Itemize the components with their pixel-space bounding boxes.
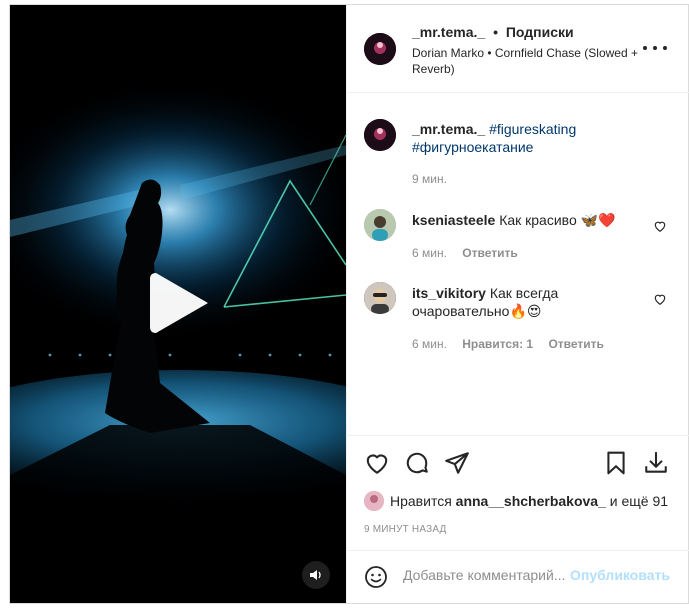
audio-toggle-button[interactable] xyxy=(302,561,330,589)
caption-avatar[interactable] xyxy=(364,119,396,151)
speaker-icon xyxy=(310,570,321,580)
comment-icon[interactable] xyxy=(404,450,430,476)
heart-icon[interactable] xyxy=(364,450,390,476)
separator-dot: • xyxy=(493,24,498,40)
commenter-avatar[interactable] xyxy=(364,282,396,314)
bookmark-icon[interactable] xyxy=(603,450,629,476)
commenter-avatar[interactable] xyxy=(364,209,396,241)
comment-meta: 6 мин. Ответить xyxy=(412,246,530,260)
avatar-image xyxy=(364,209,396,241)
publish-button[interactable]: Опубликовать xyxy=(570,567,670,583)
caption-username[interactable]: _mr.tema._ xyxy=(412,121,485,137)
post-header: _mr.tema._ • Подписки Dorian Marko • Cor… xyxy=(347,5,689,93)
avatar-image xyxy=(364,282,396,314)
following-button[interactable]: Подписки xyxy=(506,24,574,40)
comments-list: _mr.tema._ #figureskating #фигурноекатан… xyxy=(347,94,689,434)
likes-others[interactable]: и ещё 91 xyxy=(610,493,668,509)
comment-username[interactable]: its_vikitory xyxy=(412,285,486,301)
liker-avatar[interactable] xyxy=(364,491,384,511)
liker-username[interactable]: anna__shcherbakova_ xyxy=(456,493,606,509)
reply-button[interactable]: Ответить xyxy=(462,246,517,260)
avatar-image xyxy=(364,33,396,65)
reply-button[interactable]: Ответить xyxy=(548,337,603,351)
play-button[interactable] xyxy=(146,269,214,337)
caption-meta: 9 мин. xyxy=(412,172,459,186)
comment-time[interactable]: 6 мин. xyxy=(412,246,447,260)
hashtag-link[interactable]: #figureskating xyxy=(489,121,576,137)
comment-text: its_vikitory Как всегда очаровательно🔥😍 xyxy=(412,284,647,320)
author-username[interactable]: _mr.tema._ xyxy=(412,24,485,40)
like-comment-icon[interactable] xyxy=(653,292,667,306)
caption-time[interactable]: 9 мин. xyxy=(412,172,447,186)
post-details: _mr.tema._ • Подписки Dorian Marko • Cor… xyxy=(346,5,689,603)
caption-text: _mr.tema._ #figureskating #фигурноекатан… xyxy=(412,120,647,156)
author-line: _mr.tema._ • Подписки xyxy=(412,24,574,40)
post-timestamp[interactable]: 9 МИНУТ НАЗАД xyxy=(364,524,447,535)
post-actions: Нравится anna__shcherbakova_ и ещё 91 9 … xyxy=(347,435,689,550)
likes-summary: Нравится anna__shcherbakova_ и ещё 91 xyxy=(364,491,668,511)
comment-username[interactable]: kseniasteele xyxy=(412,212,495,228)
more-options-icon[interactable] xyxy=(643,41,667,55)
share-icon[interactable] xyxy=(444,450,470,476)
play-icon xyxy=(150,273,208,333)
avatar-image xyxy=(364,119,396,151)
video-player[interactable] xyxy=(10,5,346,603)
hashtag-link[interactable]: #фигурноекатание xyxy=(412,139,533,155)
avatar-image xyxy=(364,491,384,511)
add-comment-bar: Добавьте комментарий... Опубликовать xyxy=(347,550,689,603)
emoji-icon[interactable] xyxy=(364,565,388,589)
comment-input[interactable]: Добавьте комментарий... xyxy=(403,567,565,583)
comment-text: kseniasteele Как красиво 🦋❤️ xyxy=(412,211,647,229)
author-avatar[interactable] xyxy=(364,33,396,65)
audio-track-link[interactable]: Dorian Marko • Cornfield Chase (Slowed +… xyxy=(412,45,642,77)
likes-prefix: Нравится xyxy=(390,493,452,509)
comment-time[interactable]: 6 мин. xyxy=(412,337,447,351)
download-icon[interactable] xyxy=(643,450,669,476)
post-modal: _mr.tema._ • Подписки Dorian Marko • Cor… xyxy=(9,4,689,604)
comment-body: Как красиво 🦋❤️ xyxy=(499,212,616,228)
like-comment-icon[interactable] xyxy=(653,219,667,233)
comment-meta: 6 мин. Нравится: 1 Ответить xyxy=(412,337,616,351)
comment-likes[interactable]: Нравится: 1 xyxy=(462,337,533,351)
